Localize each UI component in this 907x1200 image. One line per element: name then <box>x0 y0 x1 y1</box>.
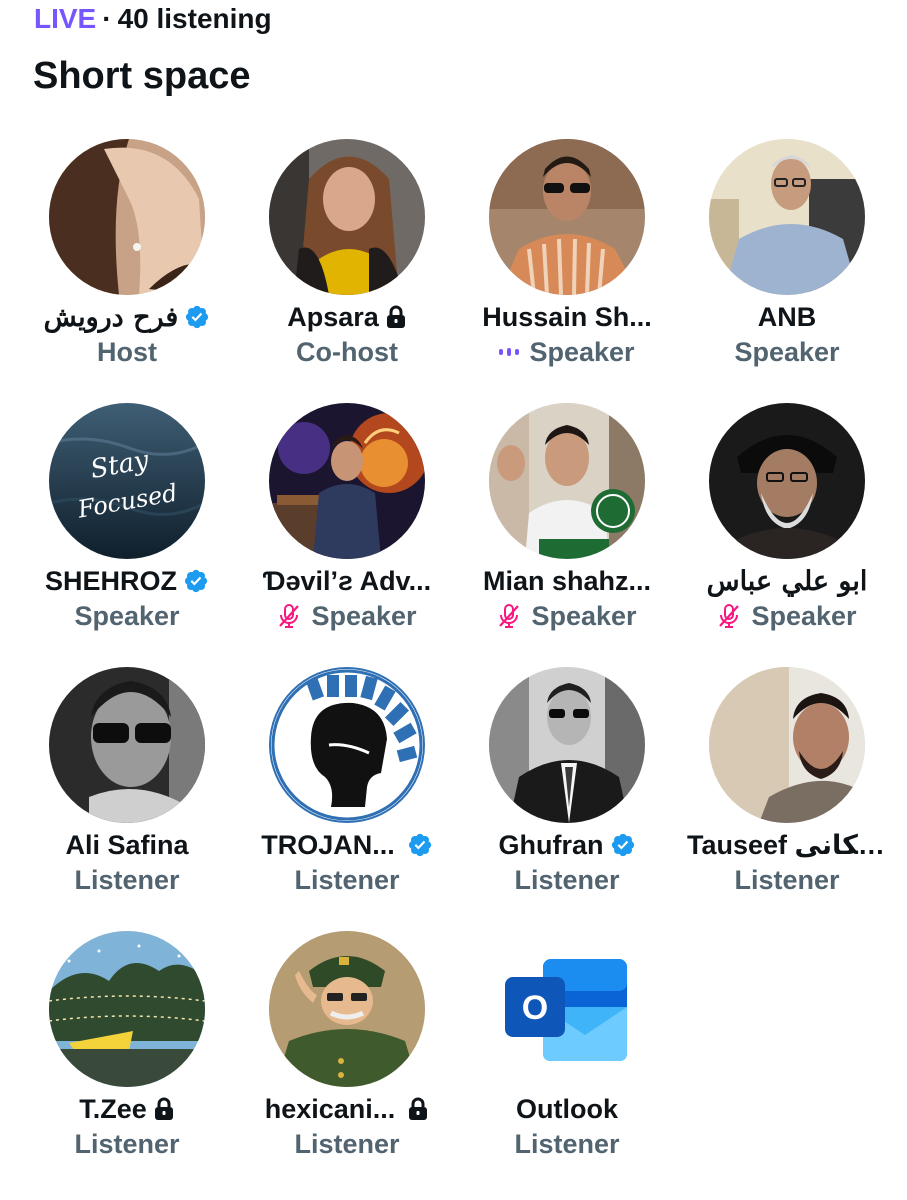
participant-speaker[interactable]: ابو علي عباس Speaker <box>677 403 897 667</box>
participant-speaker[interactable]: Ɗəvil’ƨ Adv... Speaker <box>237 403 457 667</box>
muted-mic-icon <box>499 604 520 628</box>
live-status: LIVE · 40 listening <box>34 2 272 36</box>
participant-name: SHEHROZ <box>44 565 177 596</box>
participant-role: Listener <box>294 864 400 895</box>
avatar[interactable] <box>489 403 645 559</box>
participant-name: Ɗəvil’ƨ Adv... <box>262 565 432 596</box>
participant-role: Listener <box>294 1128 400 1159</box>
avatar[interactable] <box>269 139 425 295</box>
avatar[interactable] <box>49 931 205 1087</box>
participant-name: Ghufran <box>498 829 604 860</box>
participant-listener[interactable]: Ghufran Listener <box>457 667 677 931</box>
avatar[interactable] <box>709 139 865 295</box>
participant-listener[interactable]: TROJAN... Listener <box>237 667 457 931</box>
participants-grid: فرح درویش Host Apsara Co-host Hussain Sh… <box>17 139 897 1195</box>
participant-name: hexicani... <box>264 1093 396 1124</box>
lock-icon <box>386 305 405 328</box>
avatar[interactable]: Stay Focused <box>49 403 205 559</box>
avatar[interactable] <box>709 667 865 823</box>
participant-cohost[interactable]: Apsara Co-host <box>237 139 457 403</box>
participant-name: Hussain Sh... <box>482 301 652 332</box>
participant-listener[interactable]: O Outlook Listener <box>457 931 677 1195</box>
participant-speaker[interactable]: Stay Focused SHEHROZ Speaker <box>17 403 237 667</box>
space-title: Short space <box>33 55 251 97</box>
participant-listener[interactable]: hexicani... Listener <box>237 931 457 1195</box>
participant-role: Speaker <box>529 336 635 367</box>
avatar[interactable] <box>269 931 425 1087</box>
participant-name: Mian shahz... <box>482 565 652 596</box>
participant-role: Speaker <box>751 600 857 631</box>
participant-name: Tauseef جسکانی <box>687 829 887 860</box>
avatar[interactable]: O <box>489 931 645 1087</box>
avatar[interactable] <box>489 139 645 295</box>
participant-speaker[interactable]: Mian shahz... Speaker <box>457 403 677 667</box>
participant-listener[interactable]: Ali Safina Listener <box>17 667 237 931</box>
participant-role: Speaker <box>311 600 417 631</box>
avatar[interactable] <box>489 667 645 823</box>
muted-mic-icon <box>279 604 300 628</box>
participant-role: Listener <box>734 864 840 895</box>
participant-speaker[interactable]: Hussain Sh... Speaker <box>457 139 677 403</box>
participant-speaker[interactable]: ANB Speaker <box>677 139 897 403</box>
participant-name: فرح درویش <box>43 301 179 333</box>
participant-name: TROJAN... <box>261 829 395 860</box>
avatar[interactable] <box>49 139 205 295</box>
participant-host[interactable]: فرح درویش Host <box>17 139 237 403</box>
participant-role: Listener <box>74 864 180 895</box>
participant-role: Host <box>97 336 157 367</box>
participant-name: ANB <box>757 301 817 332</box>
participant-name: Apsara <box>287 301 379 332</box>
avatar[interactable] <box>269 403 425 559</box>
participant-role: Listener <box>74 1128 180 1159</box>
participant-role: Listener <box>514 1128 620 1159</box>
muted-mic-icon <box>719 604 740 628</box>
lock-icon <box>409 1097 428 1120</box>
live-label: LIVE <box>34 3 97 34</box>
live-separator: · <box>102 3 112 34</box>
participant-name: T.Zee <box>79 1093 147 1124</box>
participant-role: Listener <box>514 864 620 895</box>
avatar[interactable] <box>269 667 425 823</box>
verified-badge-icon <box>611 833 634 857</box>
participant-role: Co-host <box>296 336 398 367</box>
participant-name: Ali Safina <box>65 829 189 860</box>
verified-badge-icon <box>184 569 208 593</box>
participant-role: Speaker <box>74 600 180 631</box>
verified-badge-icon <box>408 833 431 857</box>
lock-icon <box>154 1097 173 1120</box>
avatar[interactable] <box>709 403 865 559</box>
participant-listener[interactable]: T.Zee Listener <box>17 931 237 1195</box>
participant-role: Speaker <box>531 600 637 631</box>
avatar[interactable] <box>49 667 205 823</box>
verified-badge-icon <box>186 305 209 329</box>
outlook-logo-letter: O <box>522 989 548 1027</box>
participant-listener[interactable]: Tauseef جسکانی Listener <box>677 667 897 931</box>
listening-count: 40 listening <box>117 3 272 34</box>
speaking-icon <box>499 348 520 356</box>
participant-name: Outlook <box>516 1093 618 1124</box>
participant-name: ابو علي عباس <box>706 565 868 597</box>
participant-role: Speaker <box>734 336 840 367</box>
